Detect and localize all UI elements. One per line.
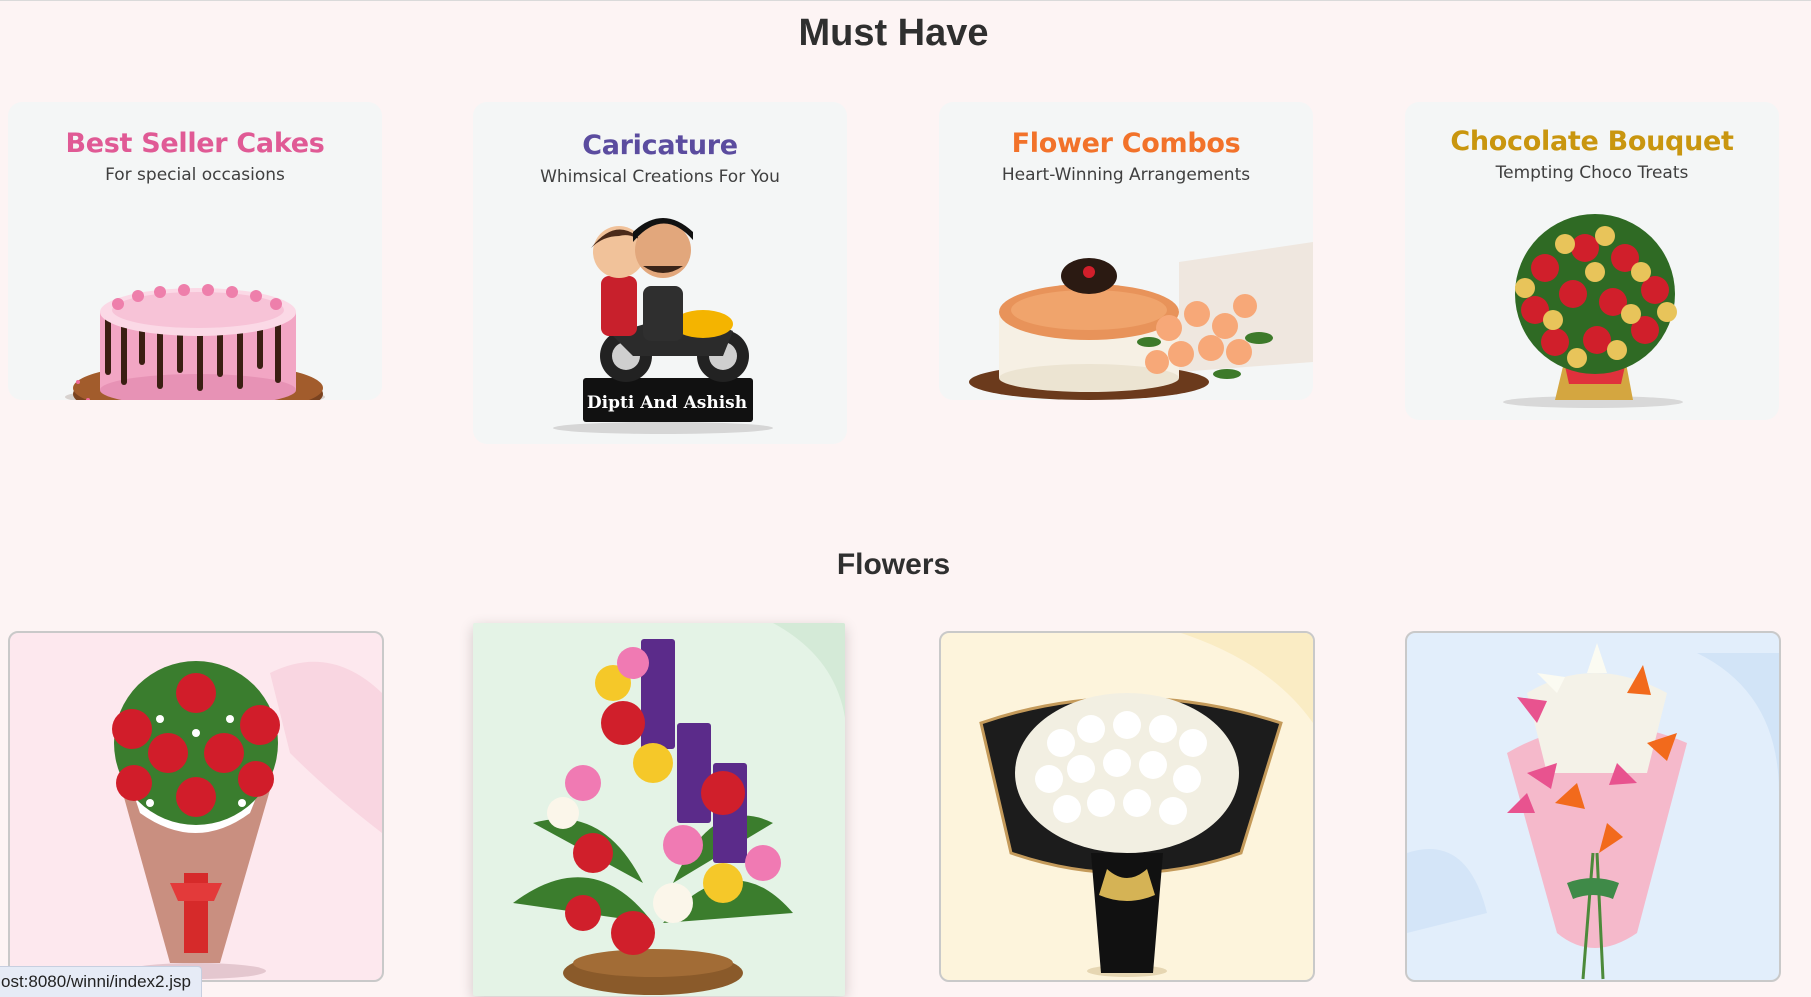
must-have-heading: Must Have [798, 12, 989, 54]
card-title: Flower Combos [1011, 128, 1241, 159]
card-subtitle: Whimsical Creations For You [540, 167, 780, 187]
chocolate-bouquet-image [1503, 214, 1683, 408]
category-card-caricature[interactable]: Caricature Whimsical Creations For You D… [473, 102, 847, 444]
top-divider [0, 0, 1811, 1]
caricature-plaque-text: Dipti And Ashish [587, 393, 747, 413]
card-title: Best Seller Cakes [65, 128, 325, 159]
white-rose-bouquet-image [979, 633, 1313, 977]
red-rose-bouquet-image [112, 661, 382, 979]
card-subtitle: Tempting Choco Treats [1495, 163, 1689, 183]
card-subtitle: Heart-Winning Arrangements [1001, 165, 1251, 185]
rose-basket-with-chocolates-image [513, 623, 845, 995]
category-card-chocolate-bouquet[interactable]: Chocolate Bouquet Tempting Choco Treats [1405, 102, 1779, 420]
flower-product-card-white-roses[interactable] [939, 631, 1315, 982]
lily-bouquet-image [1407, 643, 1779, 980]
flower-product-card-red-roses[interactable] [8, 631, 384, 982]
pink-cake-image [65, 284, 325, 400]
card-subtitle: For special occasions [105, 165, 285, 185]
status-bar-url: ost:8080/winni/index2.jsp [0, 966, 202, 997]
flower-product-card-rose-basket[interactable] [473, 623, 845, 996]
card-title: Chocolate Bouquet [1450, 126, 1734, 157]
category-card-best-seller-cakes[interactable]: Best Seller Cakes For special occasions [8, 102, 382, 400]
cake-flower-combo-image [969, 242, 1313, 400]
category-card-flower-combos[interactable]: Flower Combos Heart-Winning Arrangements [939, 102, 1313, 400]
caricature-image: Dipti And Ashish [553, 218, 773, 434]
flower-product-card-lilies[interactable] [1405, 631, 1781, 982]
flowers-heading: Flowers [836, 548, 951, 581]
card-title: Caricature [582, 130, 738, 161]
